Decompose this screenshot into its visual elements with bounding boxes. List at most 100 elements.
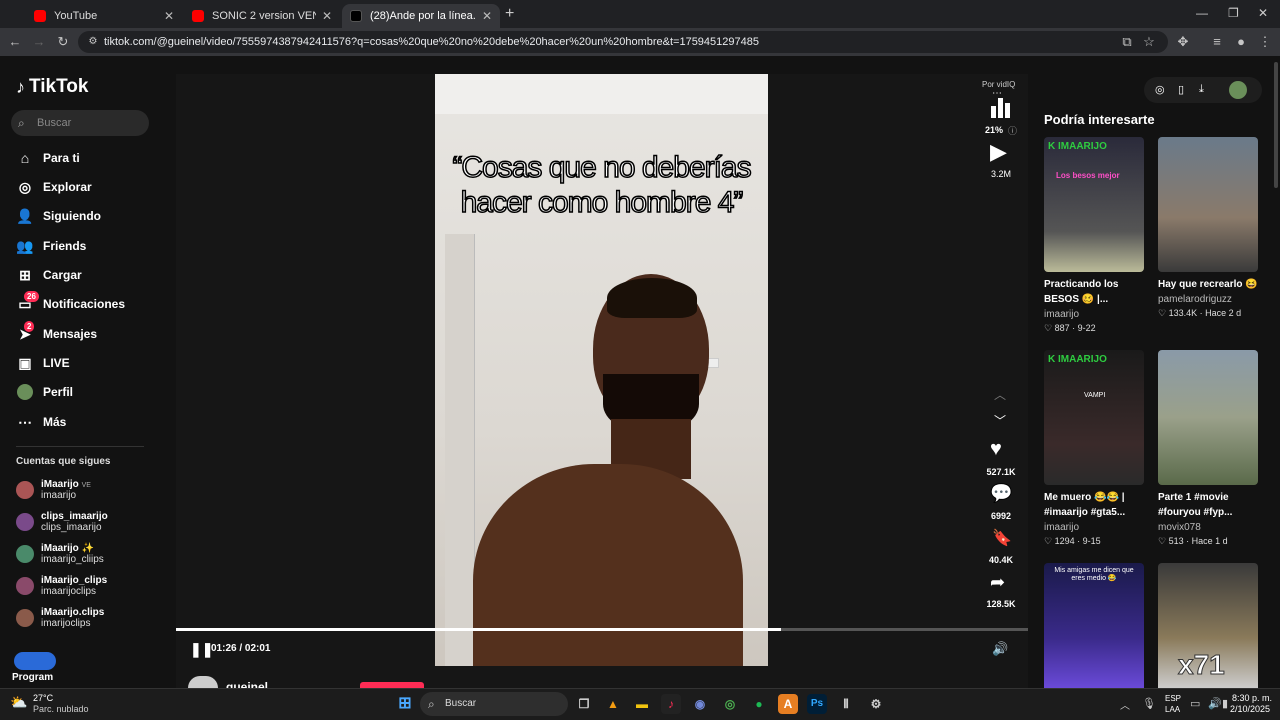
video-thumbnail[interactable]: x71 [1158, 563, 1258, 688]
tab-sonic[interactable]: SONIC 2 version VENEZOLANO ✕ [184, 4, 340, 28]
comment-icon[interactable]: 💬 [990, 483, 1012, 504]
video-thumbnail[interactable]: Mis amigas me dicen que eres medio 😂 [1044, 563, 1144, 688]
card-title[interactable]: Hay que recrearlo 😆 [1158, 277, 1270, 292]
card-author[interactable]: imaarijo [1044, 522, 1079, 533]
network-icon[interactable]: ▭ [1190, 697, 1200, 710]
coin-icon[interactable]: ◎ [1155, 83, 1165, 96]
close-window-icon[interactable]: ✕ [1258, 6, 1268, 20]
video-player[interactable]: “Cosas que no deberías hacer como hombre… [435, 74, 768, 666]
program-extension-icon[interactable] [14, 652, 56, 670]
photoshop-icon[interactable]: Ps [807, 694, 827, 714]
card-author[interactable]: pamelarodriguzz [1158, 294, 1232, 305]
vlc-icon[interactable]: ▲ [603, 694, 623, 714]
bar-chart-icon[interactable] [990, 98, 1012, 118]
volume-icon[interactable]: 🔊 [1208, 697, 1222, 710]
keyboard-layout[interactable]: LAA [1165, 705, 1180, 714]
nav-live[interactable]: ▣ LIVE [16, 352, 69, 374]
chevron-up-icon[interactable]: ︿ [994, 386, 1006, 403]
nav-para-ti[interactable]: ⌂ Para ti [16, 147, 80, 169]
task-view-icon[interactable]: ❐ [574, 694, 594, 714]
media-icon[interactable]: ≡ [1208, 33, 1226, 51]
share-icon[interactable]: ➦ [990, 572, 1005, 593]
menu-icon[interactable]: ⋮ [1256, 33, 1274, 51]
volume-icon[interactable]: 🔊 [992, 641, 1008, 657]
minimize-icon[interactable]: — [1196, 6, 1208, 20]
new-tab-button[interactable]: + [505, 5, 514, 23]
card-title[interactable]: Practicando los BESOS 🥴 |... [1044, 277, 1156, 307]
search-icon: ⌕ [428, 697, 435, 711]
download-icon[interactable]: ⤓ [1199, 83, 1204, 96]
battery-icon[interactable]: ▮ [1222, 697, 1228, 710]
clock-date[interactable]: 2/10/2025 [1230, 704, 1270, 714]
card-title[interactable]: Parte 1 #movie #fouryou #fyp... [1158, 490, 1270, 520]
video-progress-bar[interactable] [176, 628, 1028, 631]
tiktok-logo[interactable]: ♪ TikTok [16, 76, 88, 98]
app-icon[interactable]: ⚙ [866, 694, 886, 714]
close-icon[interactable]: ✕ [482, 9, 492, 23]
following-account[interactable]: iMaarijo_clips imaarijoclips [16, 572, 107, 600]
weather-temp[interactable]: 27°C [33, 693, 53, 703]
windows-start-icon[interactable]: ⊞ [395, 694, 415, 714]
following-account[interactable]: iMaarijo.clips imarijoclips [16, 604, 104, 632]
following-account[interactable]: iMaarijo ✨ imaarijo_cliips [16, 540, 104, 568]
search-input[interactable]: Buscar [11, 110, 149, 136]
author-name[interactable]: gueinel [226, 680, 268, 688]
nav-mensajes[interactable]: ➤ 2 Mensajes [16, 321, 97, 345]
device-icon[interactable]: ▯ [1178, 83, 1184, 96]
divider [16, 446, 144, 447]
avatar[interactable] [1229, 81, 1247, 99]
nav-cargar[interactable]: ⊞ Cargar [16, 264, 82, 286]
cast-icon[interactable]: ⧉ [1118, 33, 1136, 51]
spotify-icon[interactable]: ● [749, 694, 769, 714]
reload-icon[interactable]: ↻ [54, 33, 72, 51]
info-icon[interactable]: ⓘ [1008, 124, 1017, 137]
following-account[interactable]: iMaarijo VE imaarijo [16, 476, 91, 504]
tiktok-app-icon[interactable]: ♪ [661, 694, 681, 714]
maximize-icon[interactable]: ❐ [1228, 6, 1239, 20]
nav-friends[interactable]: 👥 Friends [16, 235, 86, 257]
card-author[interactable]: imaarijo [1044, 309, 1079, 320]
weather-desc[interactable]: Parc. nublado [33, 704, 89, 714]
bookmark-icon[interactable]: 🔖 [992, 528, 1012, 548]
address-bar[interactable]: tiktok.com/@gueinel/video/75559743879424… [78, 31, 1168, 53]
video-thumbnail[interactable] [1158, 350, 1258, 485]
clock-time[interactable]: 8:30 p. m. [1232, 693, 1272, 703]
profile-icon[interactable]: ● [1232, 33, 1250, 51]
app-icon[interactable]: A [778, 694, 798, 714]
nav-perfil[interactable]: Perfil [16, 381, 73, 403]
file-explorer-icon[interactable]: ▬ [632, 694, 652, 714]
video-thumbnail[interactable]: K IMAARIJO Los besos mejor [1044, 137, 1144, 272]
nav-explorar[interactable]: ◎ Explorar [16, 176, 92, 198]
video-thumbnail[interactable] [1158, 137, 1258, 272]
author-avatar[interactable] [188, 676, 218, 688]
chrome-icon[interactable]: ◎ [720, 694, 740, 714]
extensions-icon[interactable]: ✥ [1174, 33, 1192, 51]
tab-tiktok[interactable]: (28)Ande por la línea. #gue ✕ [342, 4, 500, 28]
close-icon[interactable]: ✕ [322, 9, 332, 23]
language-indicator[interactable]: ESP [1165, 694, 1181, 703]
close-icon[interactable]: ✕ [164, 9, 174, 23]
card-title[interactable]: Me muero 😂😂 | #imaarijo #gta5... [1044, 490, 1156, 520]
following-account[interactable]: clips_imaarijo clips_imaarijo [16, 508, 108, 536]
chevron-down-icon[interactable]: ﹀ [994, 412, 1006, 429]
scrollbar[interactable] [1274, 62, 1278, 188]
nav-notificaciones[interactable]: ▭ 26 Notificaciones [16, 291, 125, 315]
back-icon[interactable]: ← [6, 33, 24, 51]
like-heart-icon[interactable]: ♥ [990, 438, 1002, 461]
tab-youtube[interactable]: YouTube ✕ [26, 4, 182, 28]
nav-mas[interactable]: ⋯ Más [16, 411, 66, 433]
program-label[interactable]: Program [12, 672, 53, 683]
card-author[interactable]: movix078 [1158, 522, 1201, 533]
nav-siguiendo[interactable]: 👤 Siguiendo [16, 205, 101, 227]
discord-icon[interactable]: ◉ [690, 694, 710, 714]
video-thumbnail[interactable]: K IMAARIJO VAMPI [1044, 350, 1144, 485]
bookmark-star-icon[interactable]: ☆ [1140, 33, 1158, 51]
app-icon[interactable]: ⦀ [836, 694, 856, 714]
nav-label: Perfil [43, 385, 74, 399]
taskbar-search[interactable] [420, 692, 568, 716]
forward-icon[interactable]: → [30, 33, 48, 51]
site-info-icon[interactable]: ⚙ [84, 33, 102, 51]
pause-icon[interactable]: ❚❚ [190, 641, 213, 658]
microphone-icon[interactable]: 🎙 [1142, 697, 1156, 710]
tray-chevron-icon[interactable]: ︿ [1120, 697, 1130, 712]
